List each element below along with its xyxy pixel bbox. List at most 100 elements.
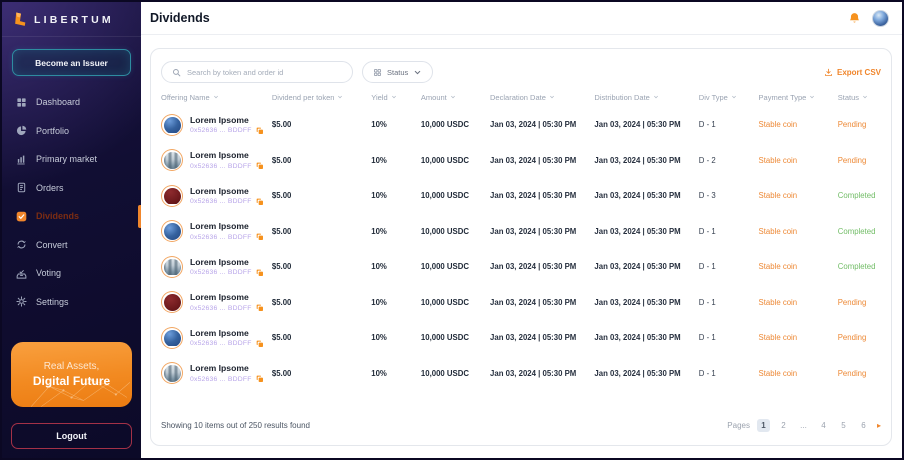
column-header[interactable]: Div Type [699, 93, 759, 102]
export-csv-button[interactable]: Export CSV [824, 68, 881, 77]
copy-address-icon[interactable] [256, 233, 264, 241]
column-header[interactable]: Distribution Date [594, 93, 698, 102]
column-header[interactable]: Declaration Date [490, 93, 594, 102]
sidebar-item-orders[interactable]: Orders [2, 174, 141, 203]
search-input[interactable] [187, 68, 342, 77]
payment-type-cell: Stable coin [759, 262, 838, 271]
market-icon [16, 154, 27, 165]
topbar: Dividends [141, 2, 902, 35]
column-header-label: Dividend per token [272, 93, 335, 102]
search-box[interactable] [161, 61, 353, 83]
export-csv-label: Export CSV [837, 68, 881, 77]
token-address: 0x52636 ... BDDFF [190, 305, 252, 312]
amount-cell: 10,000 USDC [421, 120, 490, 129]
copy-address-icon[interactable] [256, 162, 264, 170]
status-cell: Completed [838, 191, 881, 200]
div-type-cell: D - 1 [699, 369, 759, 378]
sidebar-item-primary-market[interactable]: Primary market [2, 145, 141, 174]
page-button-5[interactable]: 5 [837, 419, 850, 432]
yield-cell: 10% [371, 120, 421, 129]
distribution-date-cell: Jan 03, 2024 | 05:30 PM [594, 156, 698, 165]
token-avatar [161, 185, 183, 207]
sort-caret-icon [450, 94, 456, 100]
column-header[interactable]: Payment Type [759, 93, 838, 102]
dividend-per-token-cell: $5.00 [272, 156, 371, 165]
dividend-per-token-cell: $5.00 [272, 120, 371, 129]
table-row[interactable]: Lorem Ipsome 0x52636 ... BDDFF $5.00 10%… [161, 178, 881, 214]
app-window: LIBERTUM Become an Issuer Dashboard Port… [0, 0, 904, 460]
table-row[interactable]: Lorem Ipsome 0x52636 ... BDDFF $5.00 10%… [161, 249, 881, 285]
table-row[interactable]: Lorem Ipsome 0x52636 ... BDDFF $5.00 10%… [161, 143, 881, 179]
sidebar-item-settings[interactable]: Settings [2, 288, 141, 317]
chevron-down-icon [413, 68, 422, 77]
become-issuer-button[interactable]: Become an Issuer [12, 49, 131, 76]
copy-address-icon[interactable] [256, 304, 264, 312]
page-button-2[interactable]: 2 [777, 419, 790, 432]
table-row[interactable]: Lorem Ipsome 0x52636 ... BDDFF $5.00 10%… [161, 320, 881, 356]
copy-address-icon[interactable] [256, 127, 264, 135]
sidebar-item-label: Portfolio [36, 126, 69, 136]
column-header-label: Distribution Date [594, 93, 649, 102]
declaration-date-cell: Jan 03, 2024 | 05:30 PM [490, 262, 594, 271]
next-page-arrow-icon[interactable]: ▸ [877, 421, 881, 430]
offering-name: Lorem Ipsome [190, 328, 264, 338]
table-row[interactable]: Lorem Ipsome 0x52636 ... BDDFF $5.00 10%… [161, 214, 881, 250]
yield-cell: 10% [371, 333, 421, 342]
page-title: Dividends [150, 11, 210, 25]
sidebar-item-label: Orders [36, 183, 64, 193]
sidebar-item-voting[interactable]: Voting [2, 259, 141, 288]
sidebar-item-convert[interactable]: Convert [2, 231, 141, 260]
status-cell: Completed [838, 262, 881, 271]
notifications-bell-icon[interactable] [848, 12, 861, 25]
column-header-label: Declaration Date [490, 93, 546, 102]
page-button-6[interactable]: 6 [857, 419, 870, 432]
column-header[interactable]: Yield [371, 93, 421, 102]
distribution-date-cell: Jan 03, 2024 | 05:30 PM [594, 120, 698, 129]
copy-address-icon[interactable] [256, 340, 264, 348]
table-row[interactable]: Lorem Ipsome 0x52636 ... BDDFF $5.00 10%… [161, 356, 881, 392]
offering-cell: Lorem Ipsome 0x52636 ... BDDFF [161, 256, 272, 278]
column-header[interactable]: Offering Name [161, 93, 272, 102]
sidebar-item-label: Dividends [36, 211, 79, 221]
offering-cell: Lorem Ipsome 0x52636 ... BDDFF [161, 327, 272, 349]
offering-cell: Lorem Ipsome 0x52636 ... BDDFF [161, 185, 272, 207]
pages-label: Pages [727, 421, 750, 430]
sidebar-item-portfolio[interactable]: Portfolio [2, 117, 141, 146]
table-toolbar: Status Export CSV [161, 57, 881, 87]
payment-type-cell: Stable coin [759, 191, 838, 200]
distribution-date-cell: Jan 03, 2024 | 05:30 PM [594, 191, 698, 200]
sidebar-item-dividends[interactable]: Dividends [2, 202, 141, 231]
column-header-label: Amount [421, 93, 447, 102]
table-body: Lorem Ipsome 0x52636 ... BDDFF $5.00 10%… [161, 107, 881, 391]
status-filter-label: Status [387, 68, 408, 77]
sort-caret-icon [862, 94, 868, 100]
token-address: 0x52636 ... BDDFF [190, 127, 252, 134]
sidebar-item-dashboard[interactable]: Dashboard [2, 88, 141, 117]
copy-address-icon[interactable] [256, 375, 264, 383]
page-button-4[interactable]: 4 [817, 419, 830, 432]
yield-cell: 10% [371, 262, 421, 271]
offering-name: Lorem Ipsome [190, 115, 264, 125]
offering-name: Lorem Ipsome [190, 221, 264, 231]
copy-address-icon[interactable] [256, 269, 264, 277]
sort-caret-icon [731, 94, 737, 100]
column-header[interactable]: Amount [421, 93, 490, 102]
copy-address-icon[interactable] [256, 198, 264, 206]
page-ellipsis: ... [797, 419, 810, 432]
logo: LIBERTUM [2, 2, 141, 37]
dividend-per-token-cell: $5.00 [272, 262, 371, 271]
page-button-1[interactable]: 1 [757, 419, 770, 432]
offering-cell: Lorem Ipsome 0x52636 ... BDDFF [161, 220, 272, 242]
column-header[interactable]: Dividend per token [272, 93, 371, 102]
status-filter-button[interactable]: Status [362, 61, 433, 83]
declaration-date-cell: Jan 03, 2024 | 05:30 PM [490, 227, 594, 236]
user-avatar[interactable] [872, 10, 889, 27]
column-header[interactable]: Status [838, 93, 881, 102]
div-type-cell: D - 2 [699, 156, 759, 165]
table-row[interactable]: Lorem Ipsome 0x52636 ... BDDFF $5.00 10%… [161, 107, 881, 143]
token-avatar [161, 327, 183, 349]
table-row[interactable]: Lorem Ipsome 0x52636 ... BDDFF $5.00 10%… [161, 285, 881, 321]
token-address: 0x52636 ... BDDFF [190, 234, 252, 241]
token-avatar [161, 291, 183, 313]
logout-button[interactable]: Logout [11, 423, 132, 449]
